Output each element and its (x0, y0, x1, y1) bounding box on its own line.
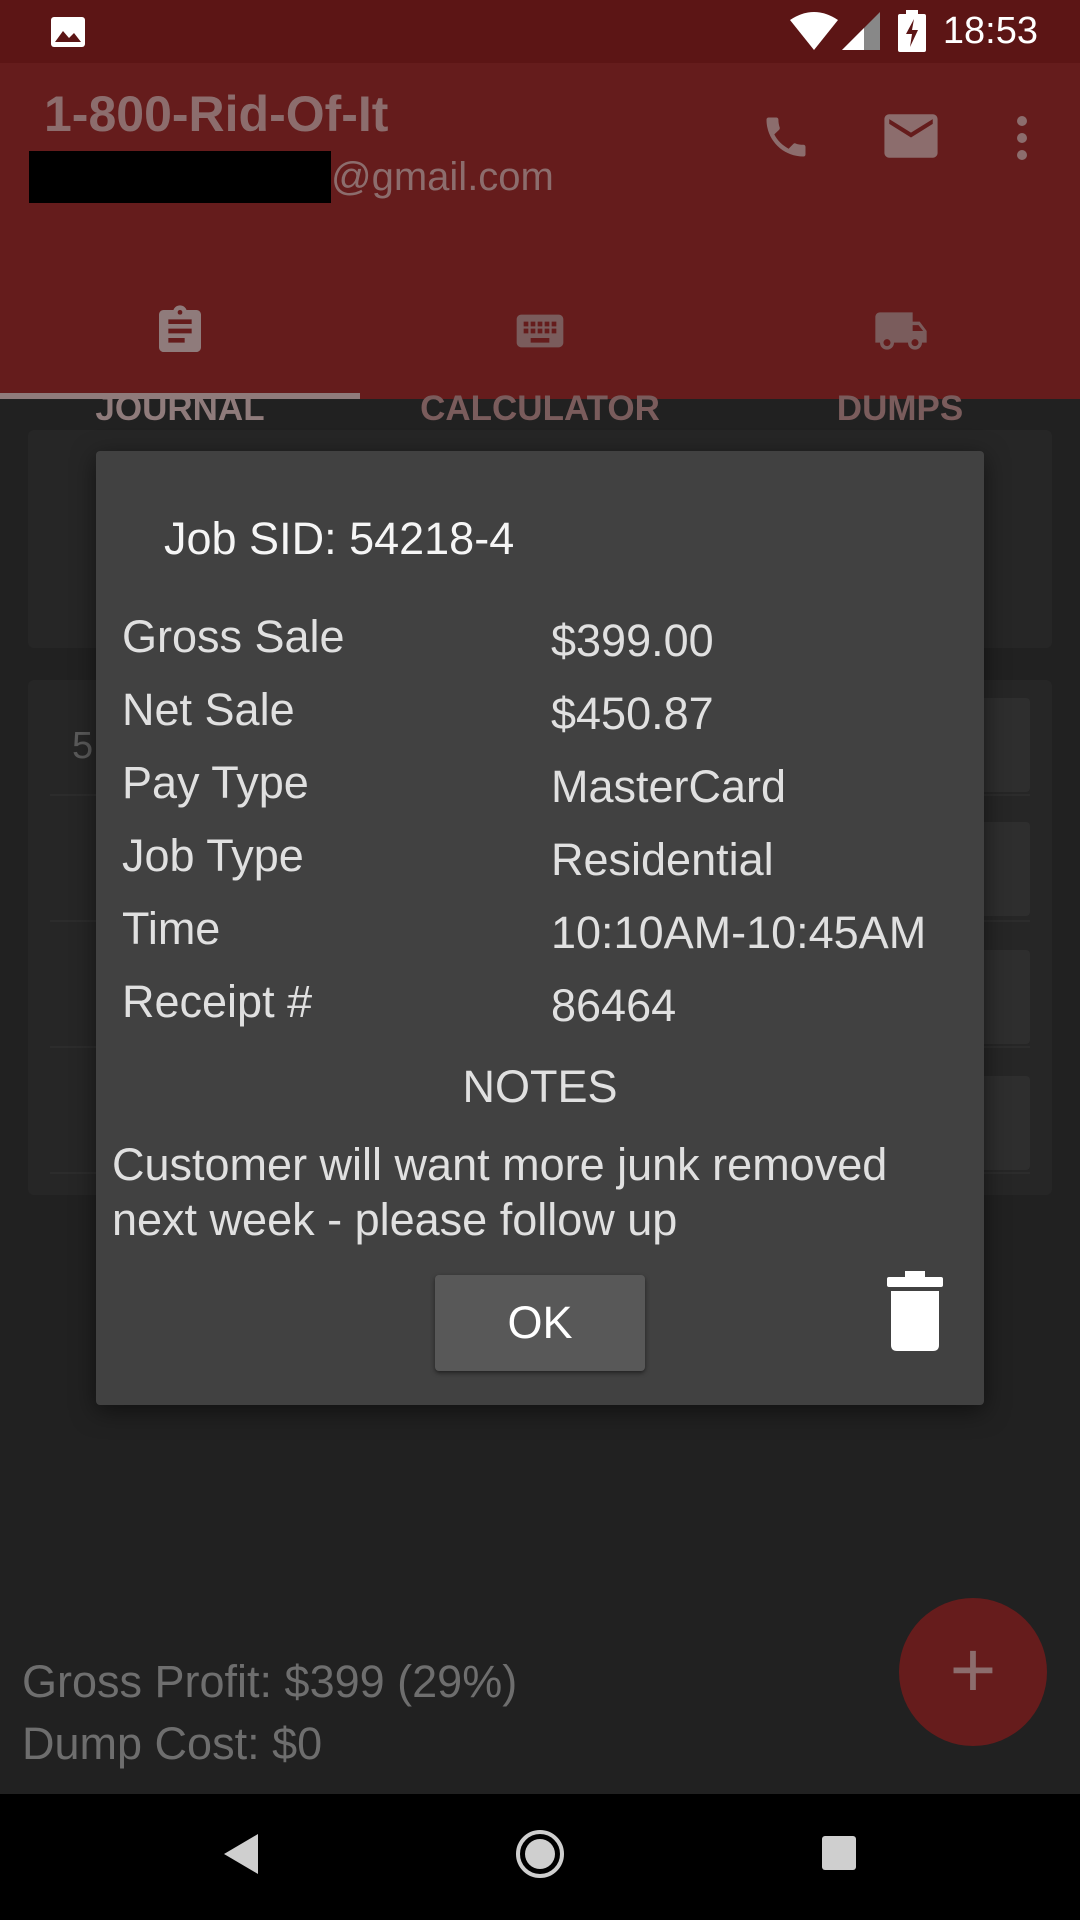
tab-dumps-label: DUMPS (836, 389, 964, 428)
job-row-button[interactable] (980, 1076, 1030, 1170)
time-label: Time (122, 903, 221, 954)
tab-dumps[interactable]: DUMPS (720, 233, 1080, 428)
job-type-value: Residential (551, 834, 774, 885)
ok-button[interactable]: OK (435, 1275, 645, 1371)
keyboard-icon (516, 314, 564, 348)
receipt-label: Receipt # (122, 976, 313, 1027)
gallery-notification-icon (51, 17, 85, 47)
overflow-menu-icon[interactable] (1010, 113, 1034, 163)
wifi-icon (790, 12, 838, 50)
home-icon[interactable] (514, 1828, 566, 1880)
job-row-button[interactable] (980, 950, 1030, 1044)
tab-calculator[interactable]: CALCULATOR (360, 233, 720, 428)
time-value: 10:10AM-10:45AM (551, 907, 927, 958)
clock: 18:53 (942, 10, 1038, 52)
tab-indicator (0, 393, 360, 399)
gross-sale-label: Gross Sale (122, 611, 345, 662)
status-bar: 18:53 (0, 0, 1080, 63)
account-email: @gmail.com (29, 151, 554, 203)
dialog-title: Job SID: 54218-4 (164, 513, 515, 564)
add-job-button[interactable]: + (899, 1598, 1047, 1746)
gross-sale-value: $399.00 (551, 615, 714, 666)
net-sale-value: $450.87 (551, 688, 714, 739)
job-row-sid: 5 (72, 725, 94, 767)
gross-profit-text: Gross Profit: $399 (29%) (22, 1656, 518, 1707)
redaction-block (29, 151, 331, 203)
cell-signal-icon (842, 12, 880, 50)
notes-heading: NOTES (462, 1061, 618, 1112)
phone-icon[interactable] (760, 111, 812, 163)
plus-icon: + (949, 1625, 997, 1714)
notes-text: Customer will want more junk removed nex… (112, 1139, 888, 1245)
truck-icon (875, 312, 927, 350)
job-row-button[interactable] (980, 822, 1030, 916)
tab-calculator-label: CALCULATOR (420, 389, 660, 428)
net-sale-label: Net Sale (122, 684, 295, 735)
dump-cost-text: Dump Cost: $0 (22, 1718, 323, 1769)
pay-type-value: MasterCard (551, 761, 787, 812)
job-details-dialog: Job SID: 54218-4 Gross Sale $399.00 Net … (96, 451, 984, 1405)
pay-type-label: Pay Type (122, 757, 309, 808)
delete-icon[interactable] (887, 1271, 943, 1351)
job-type-label: Job Type (122, 830, 304, 881)
app-bar: 1-800-Rid-Of-It @gmail.com JOURNAL CALCU… (0, 63, 1080, 428)
email-suffix: @gmail.com (331, 154, 554, 199)
job-row-button[interactable] (980, 698, 1030, 792)
battery-charging-icon (898, 10, 926, 52)
email-icon[interactable] (882, 109, 940, 163)
clipboard-icon (159, 305, 201, 352)
app-title: 1-800-Rid-Of-It (44, 86, 389, 142)
tab-journal[interactable]: JOURNAL (0, 233, 360, 428)
receipt-value: 86464 (551, 980, 677, 1031)
back-icon[interactable] (224, 1834, 258, 1874)
recents-icon[interactable] (822, 1836, 856, 1870)
system-nav-bar (0, 1794, 1080, 1920)
